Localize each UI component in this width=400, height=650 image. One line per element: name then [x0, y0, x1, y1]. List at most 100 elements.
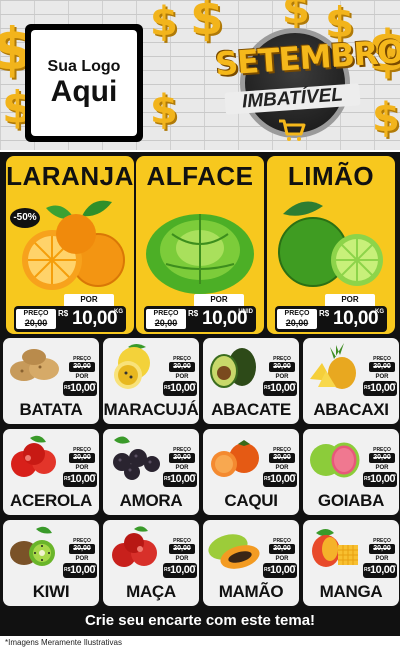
logo-placeholder: Sua Logo Aqui: [25, 24, 143, 142]
featured-card[interactable]: ALFACE POR PREÇO 20,00 R$ 10,00 UNID: [136, 156, 264, 334]
avocado-icon: [206, 341, 264, 391]
unit-label: KG: [191, 473, 197, 477]
price-box: PREÇO 20,00 R$ 10,00 KG: [275, 306, 387, 332]
logo-text-line2: Aqui: [50, 75, 118, 109]
unit-label: KG: [91, 473, 97, 477]
price-tag: PREÇO 20,00 POR R$ 10,00 KG: [63, 356, 97, 396]
unit-label: KG: [291, 473, 297, 477]
price-tag: PREÇO 20,00 POR R$ 10,00 KG: [63, 538, 97, 578]
unit-label: KG: [291, 564, 297, 568]
old-price-value: 20,00: [169, 544, 195, 554]
unit-label: KG: [191, 564, 197, 568]
price-tag: PREÇO 20,00 POR R$ 10,00 KG: [363, 447, 397, 487]
old-price-box: PREÇO 20,00: [16, 309, 56, 329]
mango-icon: [306, 523, 364, 573]
kiwi-icon: [6, 523, 64, 573]
product-name: KIWI: [32, 582, 70, 601]
price-tag: PREÇO 20,00 POR R$ 10,00 KG: [363, 356, 397, 396]
blackberry-icon: [106, 432, 164, 482]
unit-label: KG: [291, 382, 297, 386]
cta-text[interactable]: Crie seu encarte com este tema!: [0, 612, 400, 629]
product-name: BATATA: [19, 400, 83, 419]
old-price-box: PREÇO 20,00: [146, 309, 186, 329]
product-name: AMORA: [119, 491, 183, 510]
product-card[interactable]: PREÇO 20,00 POR R$ 10,00 KG ABACATE: [203, 338, 299, 424]
old-price-value: 20,00: [69, 362, 95, 372]
product-name: ABACATE: [211, 400, 291, 419]
price-tag: PREÇO 20,00 POR R$ 10,00 KG: [263, 538, 297, 578]
price-value: 10,00: [333, 308, 379, 329]
por-label: POR: [275, 556, 289, 562]
product-card[interactable]: PREÇO 20,00 POR R$ 10,00 KG KIWI: [3, 520, 99, 606]
por-label: POR: [175, 556, 189, 562]
old-price-label: PREÇO: [23, 310, 49, 317]
old-price-value: 20,00: [369, 362, 395, 372]
por-label: POR: [175, 374, 189, 380]
product-name: ABACAXI: [313, 400, 389, 419]
product-card[interactable]: PREÇO 20,00 POR R$ 10,00 KG AMORA: [103, 429, 199, 515]
unit-label: KG: [91, 564, 97, 568]
unit-label: KG: [91, 382, 97, 386]
price-box: R$ 10,00 KG: [263, 381, 297, 396]
flyer-page: $ $ $ $ $ $ $ $ $ Sua Logo Aqui SETEMBRO…: [0, 0, 400, 650]
price-tag: PREÇO 20,00 POR R$ 10,00 KG: [163, 356, 197, 396]
product-name: MANGA: [319, 582, 383, 601]
product-card[interactable]: PREÇO 20,00 POR R$ 10,00 KG GOIABA: [303, 429, 399, 515]
price-box: PREÇO 20,00 R$ 10,00 KG: [14, 306, 126, 332]
price-box: R$ 10,00 KG: [63, 563, 97, 578]
por-label: POR: [75, 374, 89, 380]
acerola-icon: [6, 432, 64, 482]
old-price-label: PREÇO: [284, 310, 310, 317]
passion-fruit-icon: [106, 341, 164, 391]
por-label: POR: [175, 465, 189, 471]
guava-icon: [306, 432, 364, 482]
price-box: R$ 10,00 KG: [263, 472, 297, 487]
por-label: POR: [75, 465, 89, 471]
price-tag: PREÇO 20,00 POR R$ 10,00 KG: [363, 538, 397, 578]
por-label: POR: [375, 374, 389, 380]
price-tag: PREÇO 20,00 POR R$ 10,00 KG: [163, 447, 197, 487]
dollar-sign-decoration: $: [150, 87, 178, 133]
product-name: CAQUI: [224, 491, 278, 510]
old-price-value: 20,00: [69, 453, 95, 463]
unit-label: UNID: [238, 309, 253, 315]
header-banner: $ $ $ $ $ $ $ $ $ Sua Logo Aqui SETEMBRO…: [0, 0, 400, 150]
price-tag: PREÇO 20,00 POR R$ 10,00 KG: [263, 447, 297, 487]
product-name: LARANJA: [6, 161, 134, 191]
por-label: POR: [75, 556, 89, 562]
currency-symbol: R$: [188, 309, 199, 318]
por-label: POR: [64, 294, 114, 306]
price-box: R$ 10,00 KG: [163, 563, 197, 578]
discount-badge: -50%: [10, 208, 40, 228]
price-tag: PREÇO 20,00 POR R$ 10,00 KG: [63, 447, 97, 487]
price-box: R$ 10,00 KG: [63, 472, 97, 487]
dollar-sign-decoration: $: [150, 0, 178, 45]
featured-card[interactable]: LARANJA -50% POR PREÇO 20,00 R$ 10,00 KG: [6, 156, 134, 334]
campaign-badge: SETEMBRO IMBATÍVEL: [214, 18, 400, 148]
price-box: R$ 10,00 KG: [163, 472, 197, 487]
pineapple-icon: [306, 341, 364, 391]
product-card[interactable]: PREÇO 20,00 POR R$ 10,00 KG MAÇA: [103, 520, 199, 606]
price-value: 10,00: [72, 308, 118, 329]
product-card[interactable]: PREÇO 20,00 POR R$ 10,00 KG BATATA: [3, 338, 99, 424]
product-name: GOIABA: [317, 491, 385, 510]
price-box: R$ 10,00 KG: [363, 381, 397, 396]
old-price-value: 20,00: [269, 362, 295, 372]
product-card[interactable]: PREÇO 20,00 POR R$ 10,00 KG ACEROLA: [3, 429, 99, 515]
old-price-value: 20,00: [169, 362, 195, 372]
price-tag: POR PREÇO 20,00 R$ 10,00 KG: [275, 294, 387, 332]
lime-icon: [273, 194, 389, 300]
featured-section: LARANJA -50% POR PREÇO 20,00 R$ 10,00 KG ALFACE P…: [0, 152, 400, 336]
featured-card[interactable]: LIMÃO POR PREÇO 20,00 R$ 10,00 KG: [267, 156, 395, 334]
product-card[interactable]: PREÇO 20,00 POR R$ 10,00 KG CAQUI: [203, 429, 299, 515]
product-card[interactable]: PREÇO 20,00 POR R$ 10,00 KG MANGA: [303, 520, 399, 606]
por-label: POR: [275, 465, 289, 471]
unit-label: KG: [391, 473, 397, 477]
product-name: LIMÃO: [287, 161, 375, 191]
old-price-value: 20,00: [24, 318, 48, 328]
product-card[interactable]: PREÇO 20,00 POR R$ 10,00 KG MAMÃO: [203, 520, 299, 606]
unit-label: KG: [391, 564, 397, 568]
por-label: POR: [375, 465, 389, 471]
product-card[interactable]: PREÇO 20,00 POR R$ 10,00 KG MARACUJÁ: [103, 338, 199, 424]
product-card[interactable]: PREÇO 20,00 POR R$ 10,00 KG ABACAXI: [303, 338, 399, 424]
